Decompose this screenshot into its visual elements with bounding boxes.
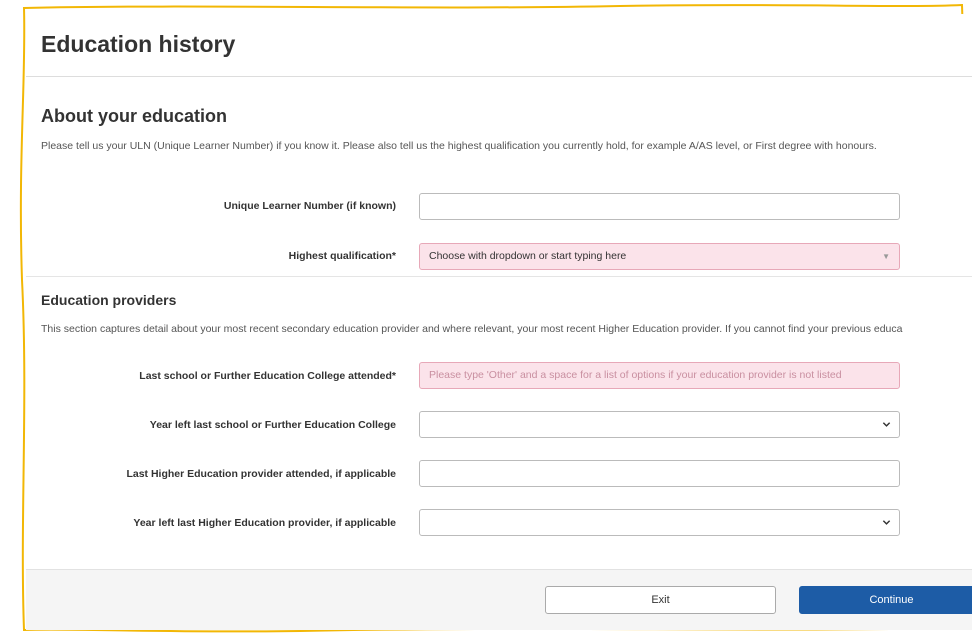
uln-label: Unique Learner Number (if known) — [223, 200, 396, 212]
last-school-label: Last school or Further Education College… — [139, 370, 396, 382]
highest-qualification-label: Highest qualification* — [288, 250, 396, 262]
last-he-provider-label: Last Higher Education provider attended,… — [126, 468, 396, 480]
about-education-description: Please tell us your ULN (Unique Learner … — [41, 140, 877, 152]
about-education-heading: About your education — [41, 106, 227, 126]
year-left-school-label: Year left last school or Further Educati… — [149, 419, 396, 431]
exit-button[interactable]: Exit — [545, 586, 776, 614]
last-school-input[interactable]: Please type 'Other' and a space for a li… — [419, 362, 900, 389]
last-he-provider-input[interactable] — [419, 460, 900, 487]
highest-qualification-select[interactable]: Choose with dropdown or start typing her… — [419, 243, 900, 270]
education-providers-heading: Education providers — [41, 292, 177, 308]
continue-button[interactable]: Continue — [799, 586, 972, 614]
chevron-down-icon — [882, 520, 891, 525]
section-divider — [26, 276, 972, 277]
caret-down-icon: ▼ — [882, 252, 890, 261]
last-school-placeholder: Please type 'Other' and a space for a li… — [429, 369, 842, 381]
education-history-form: Education history About your education P… — [26, 14, 972, 630]
education-providers-description: This section captures detail about your … — [41, 323, 903, 335]
year-left-he-label: Year left last Higher Education provider… — [133, 517, 396, 529]
year-left-he-select[interactable] — [419, 509, 900, 536]
uln-input[interactable] — [419, 193, 900, 220]
page-header: Education history — [26, 14, 972, 77]
highest-qualification-placeholder: Choose with dropdown or start typing her… — [429, 250, 627, 262]
chevron-down-icon — [882, 422, 891, 427]
page-title: Education history — [41, 31, 236, 57]
year-left-school-select[interactable] — [419, 411, 900, 438]
